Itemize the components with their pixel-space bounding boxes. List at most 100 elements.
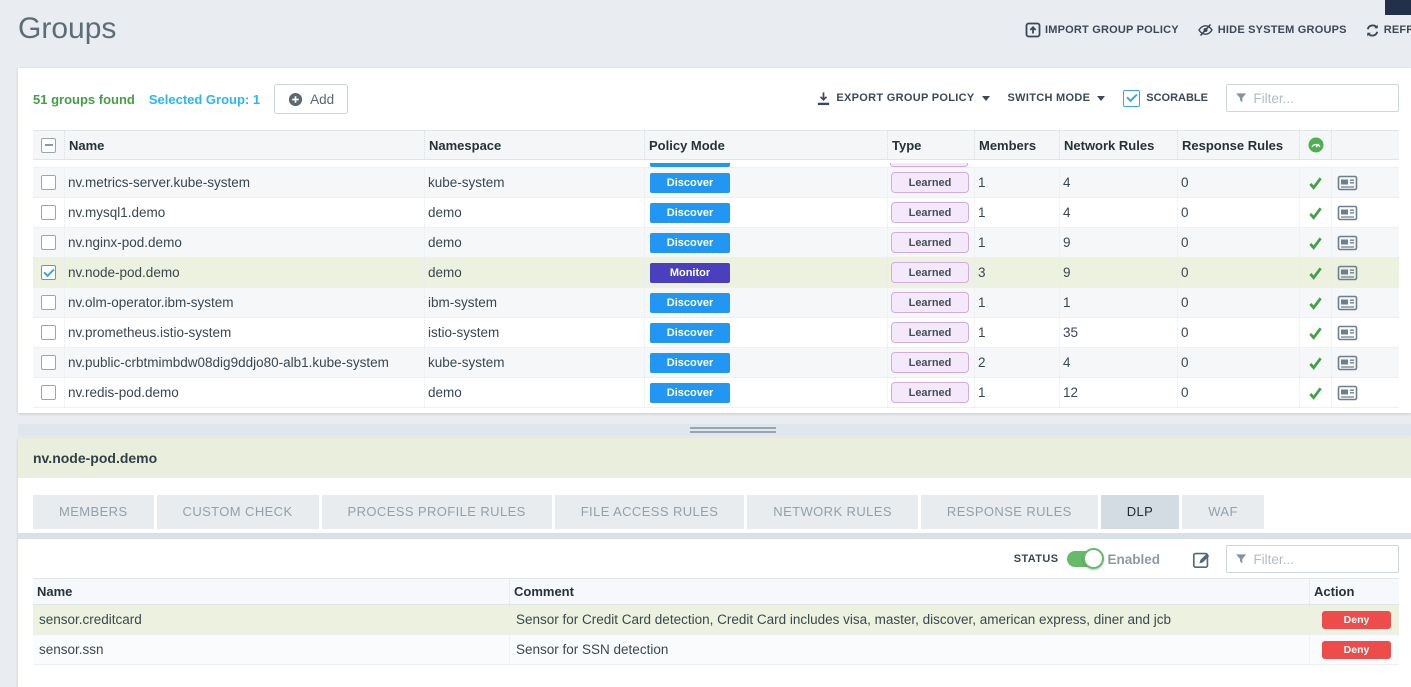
chevron-down-icon	[982, 96, 990, 101]
chevron-down-icon	[1097, 96, 1105, 101]
row-checkbox[interactable]	[41, 205, 56, 220]
selected-group-count: Selected Group: 1	[149, 92, 260, 107]
tab-waf[interactable]: WAF	[1182, 495, 1264, 529]
dlp-filter	[1226, 545, 1399, 573]
scorable-checkbox[interactable]	[1123, 90, 1140, 107]
column-header-namespace[interactable]: Namespace	[425, 131, 645, 159]
tab-network-rules[interactable]: NETWORK RULES	[747, 495, 918, 529]
dark-corner-decoration	[1385, 0, 1411, 15]
view-details-button[interactable]	[1335, 233, 1360, 253]
column-header-name[interactable]: Name	[65, 131, 425, 159]
members-count: 1	[975, 318, 1060, 347]
policy-mode-button[interactable]: Discover	[650, 173, 730, 193]
dlp-column-header-comment[interactable]: Comment	[510, 579, 1310, 604]
tab-process-profile-rules[interactable]: PROCESS PROFILE RULES	[322, 495, 552, 529]
dlp-table-row[interactable]: sensor.ssn Sensor for SSN detection Deny	[33, 635, 1399, 665]
dlp-filter-input[interactable]	[1253, 552, 1390, 567]
group-namespace: demo	[425, 228, 645, 257]
policy-mode-button[interactable]: Discover	[650, 353, 730, 373]
type-badge: Learned	[891, 292, 969, 313]
dlp-column-header-name[interactable]: Name	[33, 579, 510, 604]
view-details-button[interactable]	[1335, 323, 1360, 343]
tab-custom-check[interactable]: CUSTOM CHECK	[157, 495, 319, 529]
panel-splitter[interactable]	[18, 424, 1411, 436]
type-badge: Learned	[891, 232, 969, 253]
row-checkbox[interactable]	[41, 235, 56, 250]
tab-file-access-rules[interactable]: FILE ACCESS RULES	[555, 495, 745, 529]
status-value: Enabled	[1107, 552, 1160, 567]
type-badge: Learned	[891, 352, 969, 373]
table-row[interactable]: nv.metrics-server.kube-system kube-syste…	[33, 168, 1399, 198]
tab-members[interactable]: MEMBERS	[33, 495, 154, 529]
policy-mode-button[interactable]: Discover	[650, 233, 730, 253]
export-group-policy-label: EXPORT GROUP POLICY	[836, 92, 974, 104]
column-header-type[interactable]: Type	[888, 131, 975, 159]
row-checkbox[interactable]	[41, 265, 56, 280]
view-details-button[interactable]	[1335, 203, 1360, 223]
tab-scroll-track[interactable]	[18, 533, 1411, 539]
row-checkbox[interactable]	[41, 325, 56, 340]
table-row[interactable]: nv.redis-pod.demo demo Discover Learned …	[33, 378, 1399, 408]
toggle-knob	[1083, 548, 1104, 569]
row-checkbox[interactable]	[41, 355, 56, 370]
sensor-action-button[interactable]: Deny	[1322, 641, 1391, 659]
column-header-scorable[interactable]	[1300, 131, 1332, 159]
policy-mode-button[interactable]: Monitor	[650, 263, 730, 283]
view-details-button[interactable]	[1335, 263, 1360, 283]
group-namespace: demo	[425, 378, 645, 407]
response-rules-count: 0	[1178, 318, 1300, 347]
header-actions: IMPORT GROUP POLICY HIDE SYSTEM GROUPS R…	[1025, 22, 1411, 38]
switch-mode-button[interactable]: SWITCH MODE	[1008, 92, 1106, 104]
gauge-icon	[1308, 137, 1324, 153]
column-header-response-rules[interactable]: Response Rules	[1178, 131, 1300, 159]
tab-dlp[interactable]: DLP	[1101, 495, 1180, 529]
details-card-icon	[1337, 325, 1358, 341]
group-namespace: demo	[425, 198, 645, 227]
groups-filter-input[interactable]	[1253, 91, 1390, 106]
groups-toolbar-right: EXPORT GROUP POLICY SWITCH MODE SCORABLE	[816, 84, 1399, 112]
page-title: Groups	[18, 12, 116, 46]
policy-mode-button[interactable]: Discover	[650, 203, 730, 223]
table-row[interactable]: nv.nginx-pod.demo demo Discover Learned …	[33, 228, 1399, 258]
groups-table: Name Namespace Policy Mode Type Members …	[33, 130, 1399, 408]
details-card-icon	[1337, 175, 1358, 191]
table-row[interactable]: nv.public-crbtmimbdw08dig9ddjo80-alb1.ku…	[33, 348, 1399, 378]
table-row[interactable]: nv.olm-operator.ibm-system ibm-system Di…	[33, 288, 1399, 318]
sensor-action-button[interactable]: Deny	[1322, 611, 1391, 629]
group-name: nv.prometheus.istio-system	[65, 318, 425, 347]
type-badge: Learned	[891, 382, 969, 403]
group-namespace: kube-system	[425, 168, 645, 197]
groups-panel: 51 groups found Selected Group: 1 Add EX…	[18, 68, 1411, 413]
row-checkbox[interactable]	[41, 175, 56, 190]
dlp-table-row[interactable]: sensor.creditcard Sensor for Credit Card…	[33, 605, 1399, 635]
policy-mode-button[interactable]: Discover	[650, 293, 730, 313]
row-checkbox[interactable]	[41, 385, 56, 400]
import-group-policy-button[interactable]: IMPORT GROUP POLICY	[1025, 22, 1179, 38]
refresh-button[interactable]: REFRESH	[1365, 22, 1411, 38]
import-group-policy-label: IMPORT GROUP POLICY	[1045, 24, 1179, 36]
refresh-icon	[1365, 23, 1380, 38]
view-details-button[interactable]	[1335, 353, 1360, 373]
view-details-button[interactable]	[1335, 173, 1360, 193]
select-all-checkbox[interactable]	[41, 138, 56, 153]
table-row[interactable]: nv.mysql1.demo demo Discover Learned 1 4…	[33, 198, 1399, 228]
column-header-policy-mode[interactable]: Policy Mode	[645, 131, 888, 159]
dlp-column-header-action[interactable]: Action	[1310, 579, 1399, 604]
row-checkbox[interactable]	[41, 295, 56, 310]
hide-system-groups-button[interactable]: HIDE SYSTEM GROUPS	[1197, 22, 1347, 38]
add-button[interactable]: Add	[274, 84, 348, 114]
view-details-button[interactable]	[1335, 383, 1360, 403]
policy-mode-button[interactable]: Discover	[650, 323, 730, 343]
table-row[interactable]: nv.prometheus.istio-system istio-system …	[33, 318, 1399, 348]
status-toggle[interactable]	[1067, 551, 1101, 567]
scorable-check-icon	[1308, 266, 1323, 280]
table-row[interactable]: nv.node-pod.demo demo Monitor Learned 3 …	[33, 258, 1399, 288]
column-header-network-rules[interactable]: Network Rules	[1060, 131, 1178, 159]
policy-mode-button[interactable]: Discover	[650, 383, 730, 403]
detail-group-title: nv.node-pod.demo	[18, 438, 1411, 478]
column-header-members[interactable]: Members	[975, 131, 1060, 159]
export-group-policy-button[interactable]: EXPORT GROUP POLICY	[816, 91, 989, 106]
view-details-button[interactable]	[1335, 293, 1360, 313]
tab-response-rules[interactable]: RESPONSE RULES	[921, 495, 1098, 529]
edit-button[interactable]	[1190, 548, 1213, 571]
